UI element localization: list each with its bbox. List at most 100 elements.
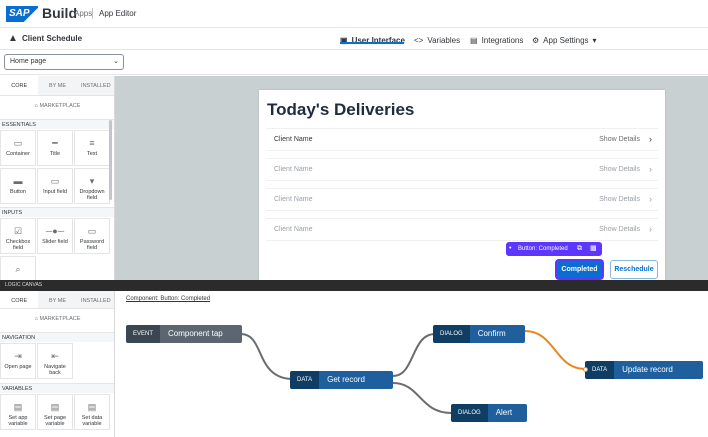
editor-toolbar: ▲ Client Schedule ▣ User Interface <> Va… xyxy=(0,28,708,50)
list-item[interactable]: Client Name Show Details › xyxy=(266,128,658,151)
list-item[interactable]: Client Name Show Details › xyxy=(266,218,658,241)
component-password-field[interactable]: ▭ Password field xyxy=(74,218,110,254)
page-select-value: Home page xyxy=(10,58,47,65)
tab-integrations[interactable]: ▤ Integrations xyxy=(470,33,523,47)
chevron-right-icon: › xyxy=(649,164,652,174)
copy-icon[interactable]: ⧉ xyxy=(577,242,582,256)
tab-app-settings[interactable]: ⚙ App Settings ▾ xyxy=(532,33,597,47)
project-title: Client Schedule xyxy=(22,34,83,43)
tab-core[interactable]: CORE xyxy=(0,291,39,309)
node-kind: DATA xyxy=(585,361,615,379)
marketplace-link[interactable]: ⌂ MARKETPLACE xyxy=(0,310,114,328)
show-details-label: Show Details xyxy=(599,166,640,173)
tab-core[interactable]: CORE xyxy=(0,76,39,96)
drag-handle-icon[interactable]: • xyxy=(509,242,511,256)
tile-label: Password field xyxy=(79,239,105,251)
search-icon: ⌕ xyxy=(15,264,21,274)
tab-installed[interactable]: INSTALLED xyxy=(76,76,114,96)
client-name: Client Name xyxy=(274,196,313,203)
show-details-label: Show Details xyxy=(599,196,640,203)
tab-installed[interactable]: INSTALLED xyxy=(76,291,114,309)
page-title[interactable]: Today's Deliveries xyxy=(267,100,414,120)
component-dropdown-field[interactable]: ▾ Dropdown field xyxy=(74,168,110,204)
logic-canvas-bar[interactable]: LOGIC CANVAS xyxy=(0,280,708,291)
chevron-down-icon: ⌄ xyxy=(113,58,119,65)
component-slider-field[interactable]: ─●─ Slider field xyxy=(37,218,73,254)
reschedule-button[interactable]: Reschedule xyxy=(610,260,658,279)
title-icon: ━ xyxy=(52,138,58,148)
flow-set-page-variable[interactable]: ▤ Set page variable xyxy=(37,394,73,430)
trash-icon[interactable]: ▩ xyxy=(590,242,597,256)
list-item[interactable]: Client Name Show Details › xyxy=(266,188,658,211)
dropdown-icon: ▾ xyxy=(89,176,95,186)
tab-by-me[interactable]: BY ME xyxy=(38,291,77,309)
database-icon: ▤ xyxy=(470,35,478,45)
top-bar: SAP Build Apps App Editor xyxy=(0,0,708,28)
flow-set-app-variable[interactable]: ▤ Set app variable xyxy=(0,394,36,430)
tile-label: Set app variable xyxy=(8,415,28,427)
component-button[interactable]: ▬ Button xyxy=(0,168,36,204)
node-kind: DIALOG xyxy=(451,404,488,422)
node-kind: DIALOG xyxy=(433,325,470,343)
client-name: Client Name xyxy=(274,136,313,143)
password-icon: ▭ xyxy=(87,226,97,236)
marketplace-link[interactable]: ⌂ MARKETPLACE xyxy=(0,97,114,115)
data-node-get-record[interactable]: DATA Get record xyxy=(290,371,393,389)
flow-navigate-back[interactable]: ⇤ Navigate back xyxy=(37,343,73,379)
component-text[interactable]: ≡ Text xyxy=(74,130,110,166)
app-root: SAP Build Apps App Editor ▲ Client Sched… xyxy=(0,0,708,437)
node-name: Component tap xyxy=(160,325,242,343)
input-port[interactable] xyxy=(583,367,588,372)
tile-label: Slider field xyxy=(42,239,68,245)
show-details-label: Show Details xyxy=(599,136,640,143)
section-title: ESSENTIALS xyxy=(0,119,114,129)
completed-button[interactable]: Completed xyxy=(556,260,603,279)
dialog-node-alert[interactable]: DIALOG Alert xyxy=(451,404,527,422)
open-page-icon: ⇥ xyxy=(14,351,22,361)
node-kind: EVENT xyxy=(126,325,161,343)
code-icon: <> xyxy=(414,35,424,45)
chevron-right-icon: › xyxy=(649,224,652,234)
event-node-component-tap[interactable]: EVENT Component tap xyxy=(126,325,242,343)
show-details-label: Show Details xyxy=(599,226,640,233)
tab-by-me[interactable]: BY ME xyxy=(38,76,77,96)
flow-open-page[interactable]: ⇥ Open page xyxy=(0,343,36,379)
node-name: Confirm xyxy=(469,325,525,343)
scrollbar[interactable] xyxy=(109,120,112,200)
caret-down-icon: ▾ xyxy=(592,35,597,45)
app-screen: Today's Deliveries Client Name Show Deta… xyxy=(259,90,665,280)
apps-link[interactable]: Apps xyxy=(74,9,92,18)
component-title[interactable]: ━ Title xyxy=(37,130,73,166)
flow-set-data-variable[interactable]: ▤ Set data variable xyxy=(74,394,110,430)
node-kind: DATA xyxy=(290,371,320,389)
tile-label: Input field xyxy=(43,189,67,195)
tile-label: Button xyxy=(10,189,26,195)
component-search-field[interactable]: ⌕ xyxy=(0,256,36,280)
tab-user-interface[interactable]: ▣ User Interface xyxy=(340,33,405,47)
component-input-field[interactable]: ▭ Input field xyxy=(37,168,73,204)
page-select[interactable]: Home page ⌄ xyxy=(4,54,124,70)
tab-variables[interactable]: <> Variables xyxy=(414,33,460,47)
node-name: Update record xyxy=(614,361,703,379)
variable-icon: ▤ xyxy=(13,402,23,412)
wire-get-record-to-alert xyxy=(392,382,452,414)
tile-label: Checkbox field xyxy=(5,239,31,251)
dialog-node-confirm[interactable]: DIALOG Confirm xyxy=(433,325,525,343)
tile-label: Dropdown field xyxy=(79,189,105,201)
tile-label: Open page xyxy=(4,364,32,370)
tile-label: Container xyxy=(6,151,30,157)
client-name: Client Name xyxy=(274,166,313,173)
chevron-right-icon: › xyxy=(649,194,652,204)
data-node-update-record[interactable]: DATA Update record xyxy=(585,361,703,379)
library-tabs: CORE BY ME INSTALLED xyxy=(0,76,114,96)
variable-icon: ▤ xyxy=(50,402,60,412)
tab-label: Integrations xyxy=(481,35,524,45)
section-title: NAVIGATION xyxy=(0,332,114,342)
chevron-right-icon: › xyxy=(649,134,652,144)
sap-logo: SAP xyxy=(6,6,38,22)
component-container[interactable]: ▭ Container xyxy=(0,130,36,166)
page-bar: Home page ⌄ xyxy=(0,50,708,75)
text-icon: ≡ xyxy=(89,138,95,148)
list-item[interactable]: Client Name Show Details › xyxy=(266,158,658,181)
component-checkbox-field[interactable]: ☑ Checkbox field xyxy=(0,218,36,254)
